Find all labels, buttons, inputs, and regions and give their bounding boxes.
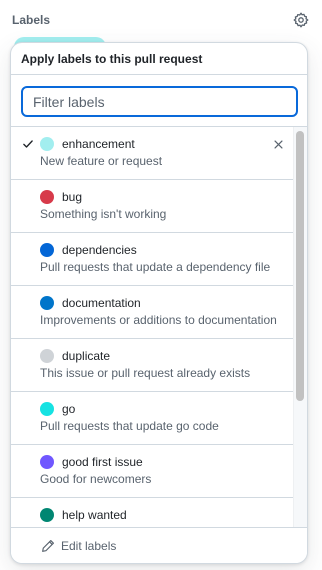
label-row: duplicate	[40, 348, 110, 364]
label-description: Pull requests that update a dependency f…	[40, 260, 271, 274]
label-name: go	[62, 402, 76, 416]
label-description: Good for newcomers	[40, 472, 152, 486]
label-description: Something isn't working	[40, 207, 167, 221]
label-option-bug[interactable]: bug Something isn't working	[11, 180, 293, 233]
label-option-good-first-issue[interactable]: good first issue Good for newcomers	[11, 445, 293, 498]
label-row: dependencies	[40, 242, 137, 258]
label-list: enhancement New feature or request bug Some…	[11, 127, 293, 527]
label-name: duplicate	[62, 349, 111, 363]
label-color-swatch	[40, 190, 54, 204]
filter-container	[11, 75, 307, 127]
label-color-swatch	[40, 243, 54, 257]
label-name: bug	[62, 190, 83, 204]
label-color-swatch	[40, 349, 54, 363]
label-name: help wanted	[62, 508, 127, 522]
label-color-swatch	[40, 455, 54, 469]
label-option-help-wanted[interactable]: help wanted	[11, 498, 293, 527]
label-option-go[interactable]: go Pull requests that update go code	[11, 392, 293, 445]
labels-section-header: Labels	[12, 9, 310, 31]
label-row: good first issue	[40, 454, 143, 470]
scrollbar-track[interactable]	[293, 127, 307, 527]
gear-icon[interactable]	[292, 11, 310, 29]
label-description: Pull requests that update go code	[40, 419, 219, 433]
label-description: This issue or pull request already exist…	[40, 366, 251, 380]
label-description: New feature or request	[40, 154, 163, 168]
label-color-swatch	[40, 508, 54, 522]
label-description: Improvements or additions to documentati…	[40, 313, 277, 327]
pencil-icon	[41, 539, 55, 553]
close-icon[interactable]	[271, 137, 285, 151]
scrollbar-thumb[interactable]	[296, 131, 304, 401]
label-name: good first issue	[62, 455, 143, 469]
edit-labels-button[interactable]: Edit labels	[11, 527, 307, 563]
label-color-swatch	[40, 137, 54, 151]
label-option-dependencies[interactable]: dependencies Pull requests that update a …	[11, 233, 293, 286]
label-option-documentation[interactable]: documentation Improvements or additions t…	[11, 286, 293, 339]
label-picker-popover: Apply labels to this pull request enhanc…	[10, 42, 308, 564]
label-name: documentation	[62, 296, 141, 310]
label-color-swatch	[40, 296, 54, 310]
label-row: help wanted	[40, 507, 127, 523]
filter-labels-input[interactable]	[21, 86, 298, 117]
label-list-area: enhancement New feature or request bug Some…	[11, 127, 307, 527]
label-row: documentation	[40, 295, 141, 311]
label-row: bug	[40, 189, 82, 205]
label-option-duplicate[interactable]: duplicate This issue or pull request alre…	[11, 339, 293, 392]
label-row: enhancement	[40, 136, 135, 152]
labels-sidebar-section: Labels Apply labels to this pull request…	[0, 0, 322, 570]
label-option-enhancement[interactable]: enhancement New feature or request	[11, 127, 293, 180]
popover-title: Apply labels to this pull request	[11, 43, 307, 75]
label-name: dependencies	[62, 243, 137, 257]
label-name: enhancement	[62, 137, 135, 151]
check-icon	[21, 137, 35, 151]
labels-section-title: Labels	[12, 13, 51, 27]
edit-labels-label: Edit labels	[61, 538, 117, 553]
label-row: go	[40, 401, 75, 417]
label-color-swatch	[40, 402, 54, 416]
